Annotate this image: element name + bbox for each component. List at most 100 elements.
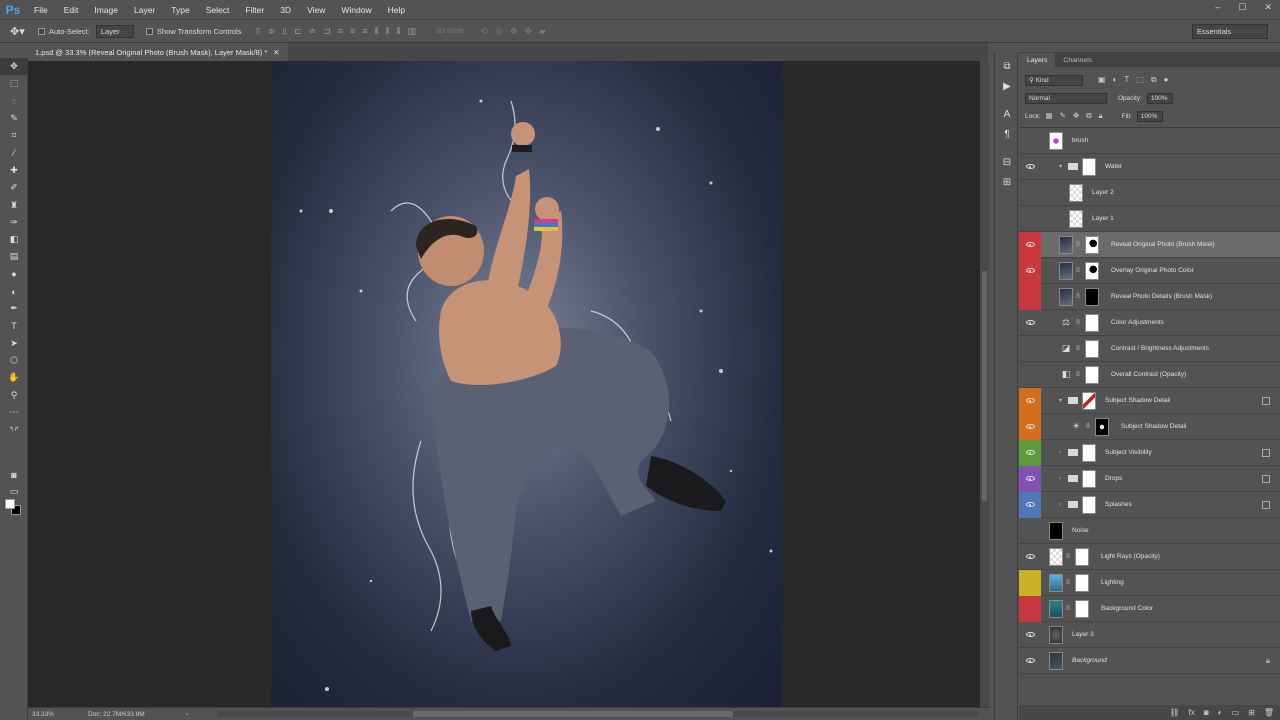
mask-link-icon[interactable]: 8: [1076, 371, 1083, 378]
align-left-icon[interactable]: ⊏: [294, 26, 302, 37]
layer-row[interactable]: 8 Lighting: [1019, 569, 1280, 596]
layer-visibility-toggle[interactable]: [1019, 310, 1041, 336]
history-panel-icon[interactable]: ⧉: [995, 56, 1019, 76]
adjustments-panel-icon[interactable]: ⊟: [995, 152, 1019, 172]
path-select-tool-icon[interactable]: ➤: [0, 335, 28, 352]
lock-pixels-icon[interactable]: ✎: [1060, 111, 1066, 121]
layer-visibility-toggle[interactable]: [1019, 595, 1041, 622]
layer-visibility-toggle[interactable]: [1019, 231, 1041, 258]
blend-mode-dropdown[interactable]: Normal: [1025, 92, 1107, 104]
layer-row[interactable]: ⚖ 8 Color Adjustments: [1019, 310, 1280, 336]
distribute-right-icon[interactable]: ⦀: [397, 26, 401, 37]
layer-visibility-toggle[interactable]: [1019, 257, 1041, 284]
layer-row[interactable]: ▾ Water: [1019, 154, 1280, 180]
layer-row[interactable]: Layer 2: [1019, 180, 1280, 206]
show-transform-checkbox[interactable]: [145, 27, 153, 35]
clone-stamp-tool-icon[interactable]: ♜: [0, 196, 28, 213]
document-image[interactable]: [271, 61, 782, 707]
pen-tool-icon[interactable]: ✒: [0, 300, 28, 317]
vertical-scrollbar[interactable]: [980, 61, 989, 707]
brush-tool-icon[interactable]: ✐: [0, 179, 28, 196]
mask-link-icon[interactable]: 8: [1066, 579, 1073, 586]
move-tool-preset-icon[interactable]: ✥▾: [10, 25, 32, 38]
layer-visibility-toggle[interactable]: [1019, 648, 1041, 674]
align-bottom-icon[interactable]: ⫫: [282, 26, 287, 37]
eyedropper-tool-icon[interactable]: ⁄: [0, 144, 28, 161]
properties-panel-icon[interactable]: ⊞: [995, 172, 1019, 192]
layer-visibility-toggle[interactable]: [1019, 518, 1041, 544]
mask-link-icon[interactable]: 8: [1076, 241, 1083, 248]
layer-mask-thumbnail[interactable]: [1085, 365, 1099, 384]
layer-visibility-toggle[interactable]: [1019, 491, 1041, 518]
layer-mask-thumbnail[interactable]: [1085, 235, 1099, 254]
mask-link-icon[interactable]: 8: [1086, 423, 1093, 430]
align-top-icon[interactable]: ⫪: [255, 26, 260, 37]
minimize-button[interactable]: –: [1215, 2, 1220, 13]
layer-row[interactable]: Noise: [1019, 518, 1280, 544]
layer-mask-thumbnail[interactable]: [1085, 261, 1099, 280]
layer-row[interactable]: Background 🔒︎: [1019, 648, 1280, 674]
layer-row[interactable]: ◪ 8 Contrast / Brightness Adjustments: [1019, 336, 1280, 362]
align-hcenter-icon[interactable]: ≐: [309, 26, 317, 37]
workspace-dropdown[interactable]: Essentials: [1192, 24, 1268, 39]
zoom-tool-icon[interactable]: ⚲: [0, 387, 28, 404]
dodge-tool-icon[interactable]: ◐: [0, 283, 28, 300]
menu-help[interactable]: Help: [380, 5, 413, 15]
layer-row[interactable]: 8 Overlay Original Photo Color: [1019, 257, 1280, 284]
delete-layer-icon[interactable]: 🗑︎: [1264, 708, 1274, 717]
character-panel-icon[interactable]: A: [995, 104, 1019, 124]
layer-row[interactable]: 8 Reveal Original Photo (Brush Mask): [1019, 231, 1280, 258]
marquee-tool-icon[interactable]: ⬚: [0, 75, 28, 92]
layer-mask-thumbnail[interactable]: [1085, 287, 1099, 306]
move-tool-icon[interactable]: ✥: [0, 58, 28, 76]
history-brush-tool-icon[interactable]: ✑: [0, 214, 28, 231]
group-expand-icon[interactable]: ▾: [1059, 397, 1068, 404]
3d-scale-icon[interactable]: ▰: [539, 26, 546, 37]
layer-row[interactable]: 8 Reveal Photo Details (Brush Mask): [1019, 283, 1280, 310]
document-tab-close-icon[interactable]: ✕: [273, 48, 279, 57]
layer-visibility-toggle[interactable]: [1019, 439, 1041, 466]
status-menu-arrow-icon[interactable]: ›: [186, 711, 188, 718]
layer-visibility-toggle[interactable]: [1019, 283, 1041, 310]
group-expand-icon[interactable]: ›: [1059, 476, 1068, 482]
mask-link-icon[interactable]: 8: [1066, 553, 1073, 560]
group-expand-icon[interactable]: ›: [1059, 502, 1068, 508]
mask-link-icon[interactable]: 8: [1066, 605, 1073, 612]
show-transform-option[interactable]: Show Transform Controls: [145, 27, 241, 36]
menu-image[interactable]: Image: [86, 5, 126, 15]
mask-link-icon[interactable]: 8: [1076, 293, 1083, 300]
layer-visibility-toggle[interactable]: [1019, 336, 1041, 362]
auto-select-dropdown[interactable]: Layer: [95, 24, 134, 38]
mask-link-icon[interactable]: 8: [1076, 345, 1083, 352]
group-expand-icon[interactable]: ▾: [1059, 163, 1068, 170]
document-tab[interactable]: 1.psd @ 33.3% (Reveal Original Photo (Br…: [28, 43, 288, 61]
layer-mask-thumbnail[interactable]: [1075, 599, 1089, 618]
mask-link-icon[interactable]: 8: [1076, 319, 1083, 326]
crop-tool-icon[interactable]: ⌗: [0, 127, 28, 144]
lasso-tool-icon[interactable]: ◌: [0, 93, 28, 110]
menu-view[interactable]: View: [299, 5, 333, 15]
layer-visibility-toggle[interactable]: [1019, 180, 1041, 206]
3d-rotate-icon[interactable]: ⟲: [480, 26, 488, 37]
filter-kind-dropdown[interactable]: ⚲ Kind: [1025, 74, 1083, 86]
lock-all-icon[interactable]: 🔒︎: [1099, 111, 1103, 121]
layer-row[interactable]: 8 Light Rays (Opacity): [1019, 544, 1280, 570]
layer-row[interactable]: Layer 3: [1019, 622, 1280, 648]
screen-mode-icon[interactable]: ▭: [0, 483, 28, 500]
vertical-scroll-thumb[interactable]: [982, 271, 987, 501]
new-adjustment-icon[interactable]: ◐: [1218, 708, 1223, 717]
fill-field[interactable]: 100%: [1136, 110, 1163, 122]
paragraph-panel-icon[interactable]: ¶: [995, 124, 1019, 144]
doc-size[interactable]: Doc: 22.7M/633.8M: [66, 711, 156, 718]
actions-play-icon[interactable]: ▶: [995, 76, 1019, 96]
filter-toggle-icon[interactable]: ●: [1164, 75, 1169, 85]
blur-tool-icon[interactable]: ●: [0, 266, 28, 283]
zoom-level[interactable]: 33.33%: [28, 711, 66, 718]
distribute-left-icon[interactable]: ⦀: [375, 26, 379, 37]
auto-align-icon[interactable]: ▥: [408, 26, 417, 37]
menu-window[interactable]: Window: [333, 5, 379, 15]
type-tool-icon[interactable]: T: [0, 317, 28, 334]
layer-visibility-toggle[interactable]: [1019, 465, 1041, 492]
layer-effects-icon[interactable]: [1262, 449, 1270, 457]
filter-pixel-icon[interactable]: ▣: [1098, 75, 1106, 85]
